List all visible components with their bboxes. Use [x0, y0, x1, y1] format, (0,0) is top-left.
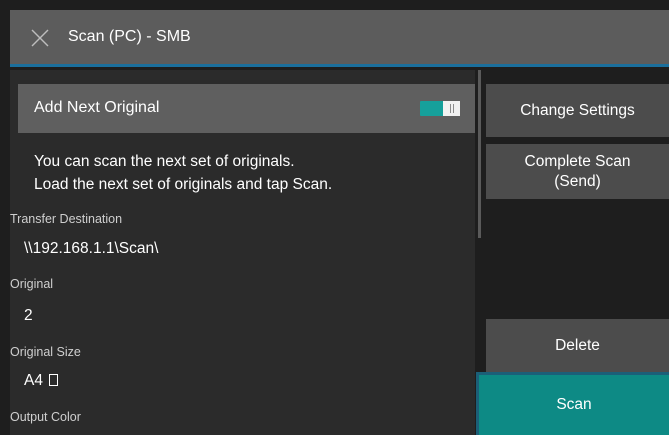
- job-details-panel: Add Next Original You can scan the next …: [10, 70, 475, 435]
- scan-button[interactable]: Scan: [476, 372, 669, 435]
- original-size-label: Original Size: [10, 345, 81, 359]
- original-size-text: A4: [24, 372, 43, 389]
- instruction-line-2: Load the next set of originals and tap S…: [34, 176, 333, 193]
- output-color-label: Output Color: [10, 410, 81, 424]
- transfer-destination-label: Transfer Destination: [10, 212, 123, 226]
- delete-button[interactable]: Delete: [486, 319, 669, 372]
- original-label: Original: [10, 277, 54, 291]
- instruction-message: You can scan the next set of originals. …: [34, 150, 332, 196]
- add-next-original-toggle[interactable]: [420, 101, 460, 116]
- complete-scan-label-line-1: Complete Scan: [524, 153, 631, 170]
- transfer-destination-value: \\192.168.1.1\Scan\: [24, 240, 159, 257]
- add-next-original-row[interactable]: Add Next Original: [18, 84, 475, 133]
- add-next-original-label: Add Next Original: [34, 99, 160, 116]
- original-size-value: A4: [24, 372, 58, 390]
- change-settings-button[interactable]: Change Settings: [486, 84, 669, 137]
- scrollbar-thumb[interactable]: [478, 70, 481, 238]
- original-value: 2: [24, 307, 33, 324]
- header-bar: Scan (PC) - SMB: [10, 10, 669, 67]
- complete-scan-button[interactable]: Complete Scan (Send): [486, 144, 669, 199]
- page-title: Scan (PC) - SMB: [68, 28, 191, 45]
- instruction-line-1: You can scan the next set of originals.: [34, 153, 295, 170]
- complete-scan-label-line-2: (Send): [554, 173, 601, 190]
- scan-screen: Scan (PC) - SMB Add Next Original You ca…: [0, 0, 669, 435]
- toggle-knob: [443, 101, 460, 116]
- portrait-paper-icon: [48, 374, 58, 386]
- close-icon[interactable]: [30, 28, 50, 48]
